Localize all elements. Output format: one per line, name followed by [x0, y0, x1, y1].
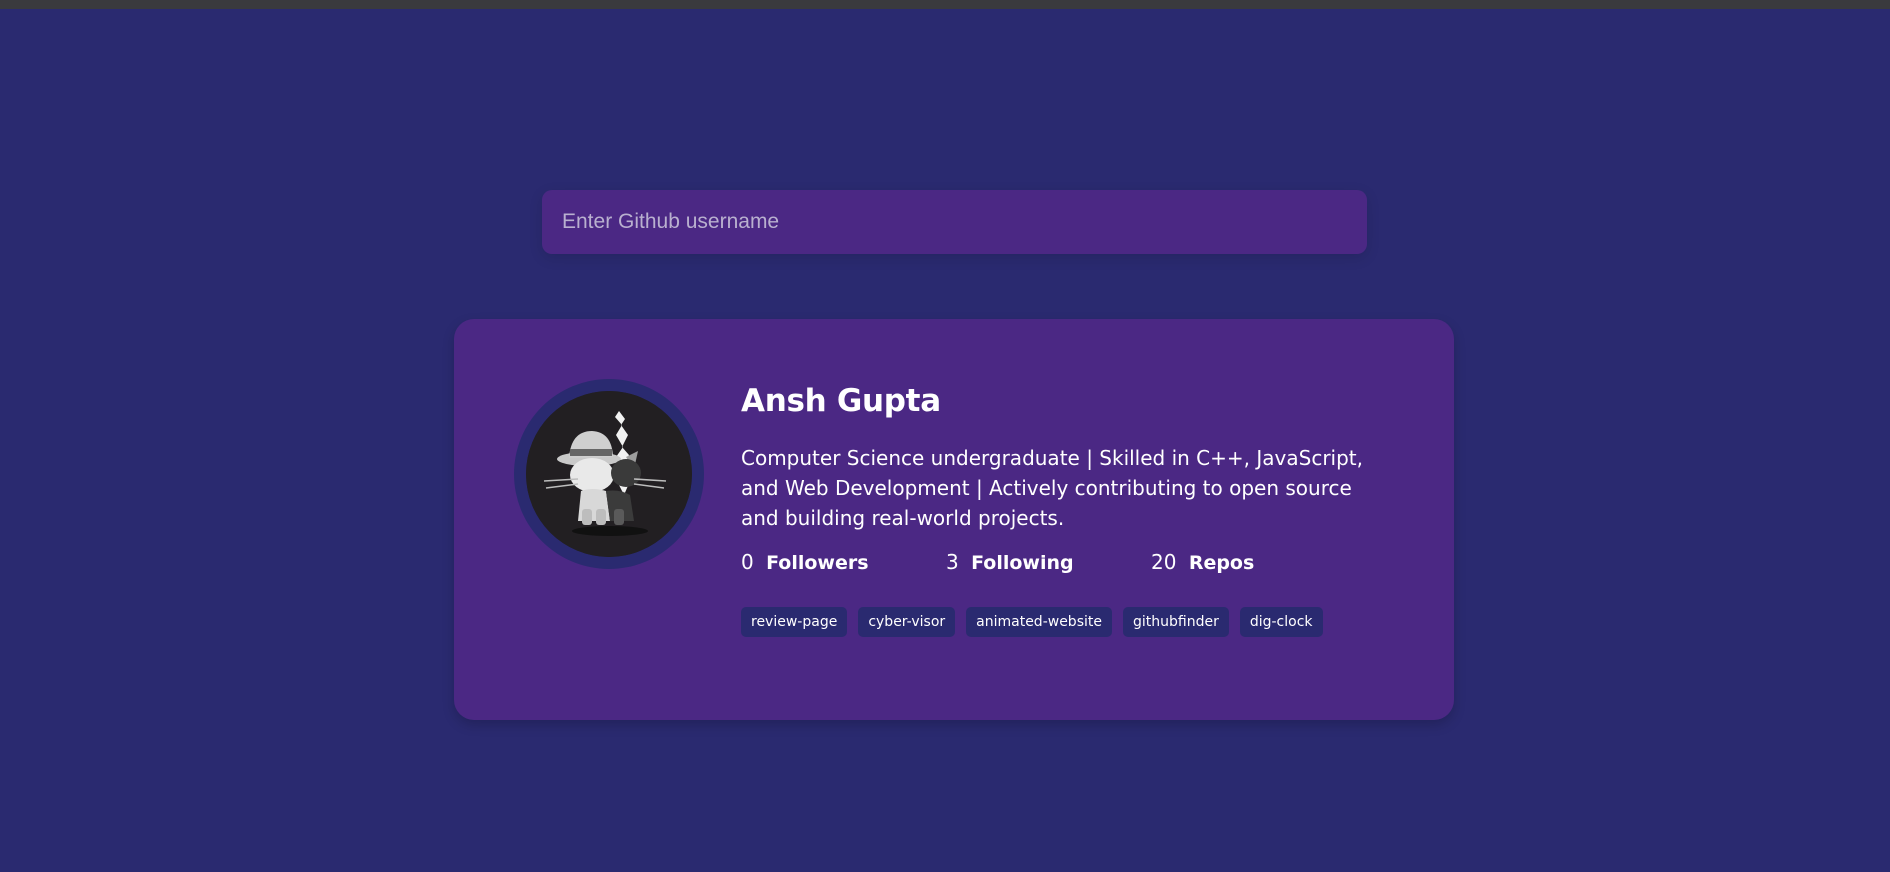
repo-link-githubfinder[interactable]: githubfinder: [1122, 607, 1229, 637]
stat-repos: 20 Repos: [1151, 550, 1356, 574]
repo-link-review-page[interactable]: review-page: [741, 607, 848, 637]
cat-avatar-icon: [526, 391, 692, 557]
repo-link-animated-website[interactable]: animated-website: [966, 607, 1112, 637]
user-profile-card: Ansh Gupta Computer Science undergraduat…: [454, 319, 1454, 720]
stat-value: 3: [946, 550, 959, 574]
user-stats: 0 Followers 3 Following 20 Repos: [741, 547, 1391, 577]
search-form: [542, 190, 1367, 254]
browser-top-bar: [0, 0, 1890, 9]
avatar: [526, 391, 692, 557]
repo-link-dig-clock[interactable]: dig-clock: [1239, 607, 1323, 637]
stat-label: Following: [971, 552, 1074, 574]
avatar-ring: [514, 379, 704, 569]
stat-value: 20: [1151, 550, 1177, 574]
repo-link-cyber-visor[interactable]: cyber-visor: [858, 607, 956, 637]
stat-followers: 0 Followers: [741, 550, 946, 574]
stat-following: 3 Following: [946, 550, 1151, 574]
user-info: Ansh Gupta Computer Science undergraduat…: [741, 379, 1391, 637]
github-username-input[interactable]: [542, 190, 1367, 254]
stat-value: 0: [741, 550, 754, 574]
stat-label: Followers: [766, 552, 869, 574]
stat-label: Repos: [1188, 552, 1255, 574]
user-name: Ansh Gupta: [741, 383, 941, 419]
user-bio: Computer Science undergraduate | Skilled…: [741, 446, 1363, 530]
repo-list: review-page cyber-visor animated-website…: [741, 607, 1391, 637]
